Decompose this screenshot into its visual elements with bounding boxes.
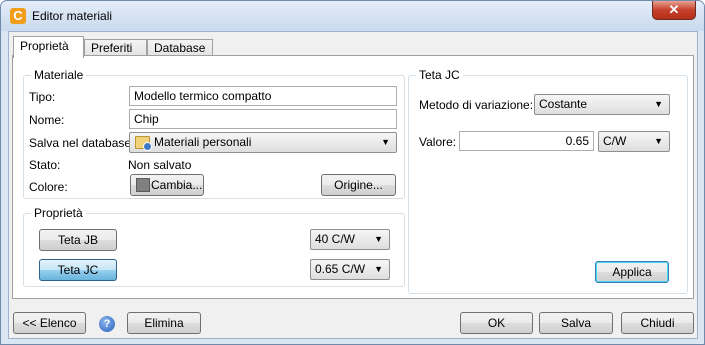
chevron-down-icon: ▼ [654, 99, 663, 109]
metodo-variazione-label: Metodo di variazione: [419, 98, 534, 112]
ok-button[interactable]: OK [460, 312, 533, 334]
teta-jc-group-title: Teta JC [416, 68, 463, 82]
valore-field[interactable]: 0.65 [459, 131, 594, 151]
dialog-body: Proprietà Preferiti Database Materiale T… [8, 31, 698, 339]
cambia-colore-label: Cambia... [151, 178, 203, 192]
window-title: Editor materiali [32, 9, 113, 23]
chiudi-button[interactable]: Chiudi [621, 312, 694, 334]
chevron-down-icon: ▼ [374, 234, 383, 244]
materiale-group: Materiale Tipo: Modello termico compatto… [23, 68, 405, 199]
chevron-down-icon: ▼ [381, 137, 390, 147]
teta-jc-select[interactable]: 0.65 C/W ▼ [310, 259, 390, 280]
unit-select[interactable]: C/W ▼ [598, 131, 670, 152]
metodo-variazione-select[interactable]: Costante ▼ [534, 94, 670, 115]
stato-label: Stato: [29, 158, 61, 172]
chevron-down-icon: ▼ [654, 136, 663, 146]
tipo-label: Tipo: [29, 90, 56, 104]
elimina-button[interactable]: Elimina [127, 312, 201, 334]
close-button[interactable]: ✕ [652, 1, 696, 20]
applica-button[interactable]: Applica [595, 261, 669, 283]
materiale-group-title: Materiale [31, 68, 87, 82]
teta-jb-select[interactable]: 40 C/W ▼ [310, 229, 390, 250]
unit-value: C/W [603, 134, 627, 148]
salva-database-label: Salva nel database: [29, 136, 135, 150]
color-swatch [136, 178, 150, 192]
tipo-field[interactable]: Modello termico compatto [129, 86, 397, 106]
nome-field[interactable]: Chip [129, 109, 397, 129]
title-bar: C Editor materiali ✕ [1, 1, 704, 31]
teta-jc-group: Teta JC Metodo di variazione: Costante ▼… [408, 68, 688, 294]
salva-button[interactable]: Salva [539, 312, 613, 334]
app-logo-icon: C [10, 8, 26, 24]
folder-database-icon [135, 136, 152, 151]
proprieta-group: Proprietà Teta JB 40 C/W ▼ Teta JC 0.65 … [23, 206, 405, 287]
cambia-colore-button[interactable]: Cambia... [130, 174, 204, 196]
editor-window: C Editor materiali ✕ Proprietà Preferiti… [0, 0, 705, 345]
salva-database-select[interactable]: Materiali personali ▼ [129, 132, 397, 153]
salva-database-value: Materiali personali [154, 135, 252, 149]
tab-proprieta[interactable]: Proprietà [13, 36, 84, 58]
colore-label: Colore: [29, 180, 68, 194]
nome-label: Nome: [29, 113, 65, 127]
origine-button[interactable]: Origine... [321, 174, 396, 196]
valore-label: Valore: [419, 135, 457, 149]
teta-jb-value: 40 C/W [315, 232, 356, 246]
tab-panel-proprieta: Materiale Tipo: Modello termico compatto… [12, 55, 694, 299]
teta-jc-value: 0.65 C/W [315, 262, 366, 276]
proprieta-group-title: Proprietà [31, 206, 86, 220]
help-icon[interactable]: ? [99, 316, 115, 332]
metodo-variazione-value: Costante [539, 97, 588, 111]
teta-jb-button[interactable]: Teta JB [39, 229, 117, 251]
chevron-down-icon: ▼ [374, 264, 383, 274]
stato-value: Non salvato [128, 158, 192, 172]
teta-jc-button[interactable]: Teta JC [39, 259, 117, 281]
elenco-button[interactable]: << Elenco [13, 312, 86, 334]
